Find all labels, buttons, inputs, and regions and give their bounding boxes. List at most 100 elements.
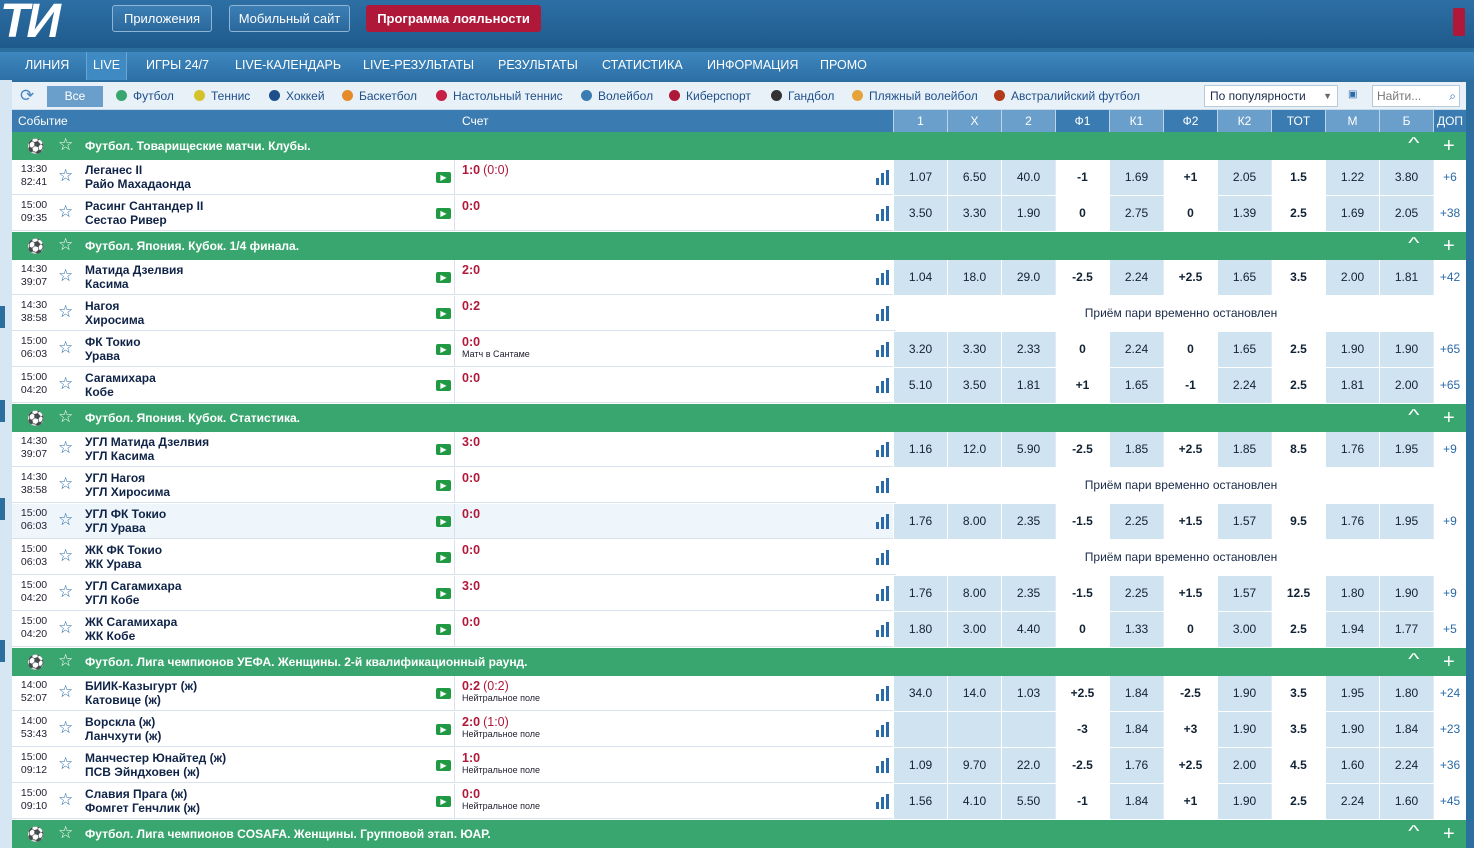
- odds-cell[interactable]: 1.84: [1379, 712, 1433, 747]
- odds-cell[interactable]: -2.5: [1055, 432, 1109, 467]
- odds-cell[interactable]: 1.09: [893, 748, 947, 783]
- stats-icon[interactable]: [876, 306, 892, 321]
- stats-icon[interactable]: [876, 722, 892, 737]
- table-row[interactable]: 15:00 04:20 ☆ УГЛ Сагамихара УГЛ Кобе ▶ 3:0 1.7…: [12, 576, 1466, 611]
- table-row[interactable]: 15:00 04:20 ☆ ЖК Сагамихара ЖК Кобе ▶ 0:0 1.80 3…: [12, 612, 1466, 647]
- odds-cell[interactable]: 0: [1163, 612, 1217, 647]
- logo[interactable]: ТИ: [0, 0, 61, 49]
- filter-basketball[interactable]: Баскетбол: [342, 82, 417, 110]
- odds-cell[interactable]: 3.50: [893, 196, 947, 231]
- live-stream-icon[interactable]: ▶: [436, 444, 451, 455]
- collapse-icon[interactable]: ^: [1408, 235, 1419, 253]
- nav-promo[interactable]: ПРОМО: [820, 52, 867, 80]
- live-stream-icon[interactable]: ▶: [436, 344, 451, 355]
- star-icon[interactable]: ☆: [58, 618, 73, 638]
- team-names[interactable]: УГЛ ФК Токио УГЛ Урава: [85, 507, 166, 535]
- team-names[interactable]: УГЛ Матида Дзелвия УГЛ Касима: [85, 435, 209, 463]
- odds-cell[interactable]: 2.5: [1271, 612, 1325, 647]
- table-row[interactable]: 15:00 09:10 ☆ Славия Прага (ж) Фомгет Генчли…: [12, 784, 1466, 819]
- nav-games-247[interactable]: ИГРЫ 24/7: [146, 52, 209, 80]
- nav-line[interactable]: ЛИНИЯ: [25, 52, 69, 80]
- star-icon[interactable]: ☆: [58, 682, 73, 702]
- stats-icon[interactable]: [876, 170, 892, 185]
- odds-cell[interactable]: 0: [1055, 612, 1109, 647]
- live-stream-icon[interactable]: ▶: [436, 588, 451, 599]
- odds-cell[interactable]: 3.5: [1271, 260, 1325, 295]
- odds-cell[interactable]: 1.90: [1217, 676, 1271, 711]
- odds-cell[interactable]: 1.77: [1379, 612, 1433, 647]
- odds-cell[interactable]: +2.5: [1055, 676, 1109, 711]
- table-row[interactable]: 15:00 04:20 ☆ Сагамихара Кобе ▶ 0:0 5.10 3.50 1.8…: [12, 368, 1466, 403]
- nav-live-calendar[interactable]: LIVE-КАЛЕНДАРЬ: [235, 52, 341, 80]
- more-markets[interactable]: +45: [1433, 784, 1466, 819]
- odds-cell[interactable]: 1.90: [1001, 196, 1055, 231]
- odds-cell[interactable]: 12.5: [1271, 576, 1325, 611]
- odds-cell[interactable]: 2.25: [1109, 504, 1163, 539]
- odds-cell[interactable]: 1.90: [1217, 712, 1271, 747]
- odds-cell[interactable]: 2.24: [1217, 368, 1271, 403]
- odds-cell[interactable]: 2.24: [1325, 784, 1379, 819]
- star-icon[interactable]: ☆: [58, 407, 73, 427]
- odds-cell[interactable]: 1.84: [1109, 784, 1163, 819]
- odds-cell[interactable]: 1.04: [893, 260, 947, 295]
- collapse-icon[interactable]: ^: [1408, 651, 1419, 669]
- odds-cell[interactable]: 2.75: [1109, 196, 1163, 231]
- team-names[interactable]: Матида Дзелвия Касима: [85, 263, 183, 291]
- odds-cell[interactable]: -1.5: [1055, 576, 1109, 611]
- filter-beach-volleyball[interactable]: Пляжный волейбол: [852, 82, 978, 110]
- star-icon[interactable]: ☆: [58, 135, 73, 155]
- star-icon[interactable]: ☆: [58, 202, 73, 222]
- odds-cell[interactable]: 3.30: [947, 332, 1001, 367]
- team-names[interactable]: Нагоя Хиросима: [85, 299, 144, 327]
- odds-cell[interactable]: 34.0: [893, 676, 947, 711]
- odds-cell[interactable]: 1.69: [1109, 160, 1163, 195]
- filter-volleyball[interactable]: Волейбол: [581, 82, 653, 110]
- odds-cell[interactable]: 4.5: [1271, 748, 1325, 783]
- account-button[interactable]: [1453, 8, 1465, 36]
- star-icon[interactable]: ☆: [58, 166, 73, 186]
- star-icon[interactable]: ☆: [58, 438, 73, 458]
- table-row[interactable]: 15:00 09:12 ☆ Манчестер Юнайтед (ж) ПСВ Эйнд…: [12, 748, 1466, 783]
- star-icon[interactable]: ☆: [58, 718, 73, 738]
- odds-cell[interactable]: 5.90: [1001, 432, 1055, 467]
- team-names[interactable]: УГЛ Сагамихара УГЛ Кобе: [85, 579, 182, 607]
- odds-cell[interactable]: 2.33: [1001, 332, 1055, 367]
- odds-cell[interactable]: 1.65: [1109, 368, 1163, 403]
- odds-cell[interactable]: -2.5: [1163, 676, 1217, 711]
- odds-cell[interactable]: 1.80: [1379, 676, 1433, 711]
- odds-cell[interactable]: +2.5: [1163, 260, 1217, 295]
- odds-cell[interactable]: +2.5: [1163, 432, 1217, 467]
- odds-cell[interactable]: 22.0: [1001, 748, 1055, 783]
- odds-cell[interactable]: 5.10: [893, 368, 947, 403]
- table-row[interactable]: 13:30 82:41 ☆ Леганес II Райо Махадаонда ▶ 1:0…: [12, 160, 1466, 195]
- odds-cell[interactable]: 0: [1055, 332, 1109, 367]
- odds-cell[interactable]: -1.5: [1055, 504, 1109, 539]
- live-stream-icon[interactable]: ▶: [436, 272, 451, 283]
- odds-cell[interactable]: 1.85: [1217, 432, 1271, 467]
- odds-cell[interactable]: +1.5: [1163, 504, 1217, 539]
- odds-cell[interactable]: 4.40: [1001, 612, 1055, 647]
- odds-cell[interactable]: 1.76: [893, 576, 947, 611]
- table-row[interactable]: 15:00 09:35 ☆ Расинг Сантандер II Сестао Рив…: [12, 196, 1466, 231]
- odds-cell[interactable]: 2.05: [1217, 160, 1271, 195]
- star-icon[interactable]: ☆: [58, 338, 73, 358]
- live-stream-icon[interactable]: ▶: [436, 552, 451, 563]
- more-markets[interactable]: +42: [1433, 260, 1466, 295]
- team-names[interactable]: Леганес II Райо Махадаонда: [85, 163, 191, 191]
- team-names[interactable]: Славия Прага (ж) Фомгет Генчлик (ж): [85, 787, 200, 815]
- stats-icon[interactable]: [876, 794, 892, 809]
- odds-cell[interactable]: 2.5: [1271, 332, 1325, 367]
- more-markets[interactable]: +9: [1433, 432, 1466, 467]
- odds-cell[interactable]: 2.05: [1379, 196, 1433, 231]
- live-stream-icon[interactable]: ▶: [436, 172, 451, 183]
- odds-cell[interactable]: 2.00: [1379, 368, 1433, 403]
- odds-cell[interactable]: 3.50: [947, 368, 1001, 403]
- odds-cell[interactable]: 1.90: [1379, 576, 1433, 611]
- odds-cell[interactable]: +1.5: [1163, 576, 1217, 611]
- odds-cell[interactable]: +2.5: [1163, 748, 1217, 783]
- odds-cell[interactable]: +3: [1163, 712, 1217, 747]
- live-stream-icon[interactable]: ▶: [436, 760, 451, 771]
- odds-cell[interactable]: 1.84: [1109, 712, 1163, 747]
- star-icon[interactable]: ☆: [58, 302, 73, 322]
- odds-cell[interactable]: -3: [1055, 712, 1109, 747]
